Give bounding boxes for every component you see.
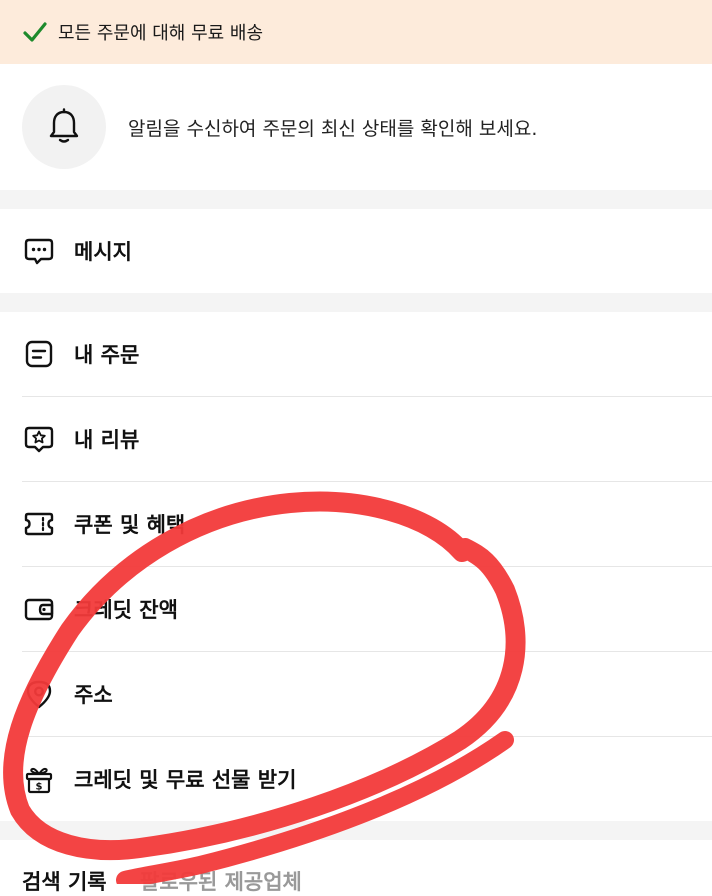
section-gap xyxy=(0,293,712,312)
menu-item-label: 메시지 xyxy=(74,240,132,264)
check-icon xyxy=(22,19,48,45)
notification-text: 알림을 수신하여 주문의 최신 상태를 확인해 보세요. xyxy=(128,117,538,140)
menu-item-reviews[interactable]: 내 리뷰 xyxy=(0,397,712,481)
menu-item-gifts[interactable]: $ 크레딧 및 무료 선물 받기 xyxy=(0,737,712,821)
menu-item-messages[interactable]: 메시지 xyxy=(0,209,712,293)
menu-item-label: 크레딧 및 무료 선물 받기 xyxy=(74,768,297,792)
menu-item-coupons[interactable]: 쿠폰 및 혜택 xyxy=(0,482,712,566)
review-icon xyxy=(22,422,56,456)
bell-icon xyxy=(22,85,106,169)
menu-item-label: 크레딧 잔액 xyxy=(74,598,178,622)
search-history-tab[interactable]: 검색 기록 xyxy=(22,866,107,896)
section-gap xyxy=(0,821,712,840)
menu-item-credit-balance[interactable]: 크레딧 잔액 xyxy=(0,567,712,651)
menu-item-label: 쿠폰 및 혜택 xyxy=(74,513,186,537)
message-icon xyxy=(22,234,56,268)
orders-icon xyxy=(22,337,56,371)
menu-item-label: 주소 xyxy=(74,683,113,707)
banner-text: 모든 주문에 대해 무료 배송 xyxy=(58,23,264,44)
coupon-icon xyxy=(22,507,56,541)
menu-item-orders[interactable]: 내 주문 xyxy=(0,312,712,396)
notification-prompt[interactable]: 알림을 수신하여 주문의 최신 상태를 확인해 보세요. xyxy=(0,64,712,190)
free-shipping-banner: 모든 주문에 대해 무료 배송 xyxy=(0,0,712,64)
wallet-icon xyxy=(22,592,56,626)
gift-icon: $ xyxy=(22,762,56,796)
followed-providers-tab[interactable]: 팔로우된 제공업체 xyxy=(140,866,302,896)
history-section: 검색 기록 팔로우된 제공업체 xyxy=(0,840,712,894)
svg-text:$: $ xyxy=(36,782,43,793)
menu-item-label: 내 리뷰 xyxy=(74,428,140,452)
section-gap xyxy=(0,190,712,209)
menu-item-address[interactable]: 주소 xyxy=(0,652,712,736)
location-icon xyxy=(22,677,56,711)
menu-item-label: 내 주문 xyxy=(74,343,140,367)
